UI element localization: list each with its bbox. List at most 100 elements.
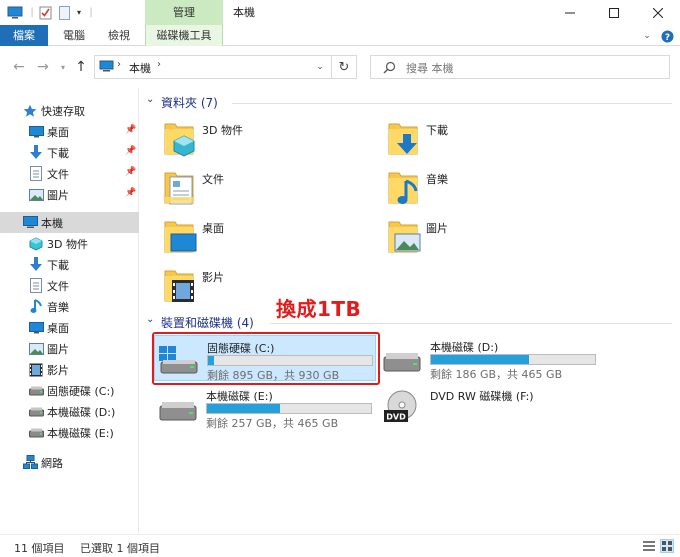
sidebar-item-quick-access[interactable]: 快速存取 xyxy=(0,100,139,121)
address-bar[interactable]: › 本機 › ⌄ xyxy=(94,55,332,79)
sidebar-item-videos[interactable]: 影片 xyxy=(0,359,139,380)
address-dropdown-icon[interactable]: ⌄ xyxy=(308,56,332,78)
sidebar-item-downloads-pc[interactable]: 下載 xyxy=(0,254,139,275)
window-title: 本機 xyxy=(233,6,255,19)
sidebar-item-music[interactable]: 音樂 xyxy=(0,296,139,317)
breadcrumb-location[interactable]: 本機 xyxy=(129,60,151,76)
folder-item-music[interactable]: 音樂 xyxy=(386,167,596,213)
collapse-chevron-icon[interactable]: ⌄ xyxy=(146,314,154,325)
pin-icon: 📌 xyxy=(125,146,137,156)
sidebar-item-drive-d[interactable]: 本機磁碟 (D:) xyxy=(0,401,139,422)
desktop-folder-icon xyxy=(162,216,198,259)
forward-button[interactable]: → xyxy=(34,58,52,76)
sidebar-item-3d-objects[interactable]: 3D 物件 xyxy=(0,233,139,254)
properties-icon[interactable] xyxy=(37,5,53,20)
tiles-view-icon xyxy=(662,541,672,551)
network-icon xyxy=(22,455,38,470)
download-folder-icon xyxy=(386,118,422,161)
refresh-button[interactable]: ↻ xyxy=(332,55,357,79)
sidebar-item-pictures-pc[interactable]: 圖片 xyxy=(0,338,139,359)
devices-group-header[interactable]: ⌄ 裝置和磁碟機 (4) xyxy=(146,312,674,332)
ribbon-tab-bar: 檔案 電腦 檢視 磁碟機工具 ⌄ ? xyxy=(0,25,680,46)
expand-ribbon-chevron-icon[interactable]: ⌄ xyxy=(641,29,653,43)
folder-item-3d-objects[interactable]: 3D 物件 xyxy=(162,118,372,164)
sidebar-item-label: 圖片 xyxy=(47,189,69,202)
annotation-highlight-box xyxy=(152,332,380,385)
close-button[interactable] xyxy=(636,0,680,25)
folder-label: 桌面 xyxy=(202,222,224,235)
folders-group-header[interactable]: ⌄ 資料夾 (7) xyxy=(146,92,674,112)
maximize-button[interactable] xyxy=(592,0,636,25)
3d-objects-folder-icon xyxy=(162,118,198,161)
tab-drive-tools[interactable]: 磁碟機工具 xyxy=(145,25,223,46)
folder-item-downloads[interactable]: 下載 xyxy=(386,118,596,164)
drive-item-d[interactable]: 本機磁碟 (D:) 剩餘 186 GB，共 465 GB xyxy=(378,335,600,381)
pin-icon: 📌 xyxy=(125,125,137,135)
sidebar-item-documents-pc[interactable]: 文件 xyxy=(0,275,139,296)
svg-text:DVD: DVD xyxy=(386,413,406,422)
sidebar-item-network[interactable]: 網路 xyxy=(0,452,139,473)
picture-folder-icon xyxy=(386,216,422,259)
drive-icon xyxy=(156,390,200,427)
folder-item-pictures[interactable]: 圖片 xyxy=(386,216,596,262)
breadcrumb-chevron-icon[interactable]: › xyxy=(157,59,161,70)
breadcrumb-chevron-icon[interactable]: › xyxy=(117,59,121,70)
drive-item-f[interactable]: DVD DVD RW 磁碟機 (F:) xyxy=(378,384,600,430)
group-divider xyxy=(270,323,672,324)
sidebar-item-downloads[interactable]: 下載 📌 xyxy=(0,142,139,163)
sidebar-item-drive-e[interactable]: 本機磁碟 (E:) xyxy=(0,422,139,443)
toolbar-separator: | xyxy=(30,7,34,18)
sidebar-item-desktop[interactable]: 桌面 📌 xyxy=(0,121,139,142)
annotation-text: 換成1TB xyxy=(276,297,362,321)
sidebar-item-this-pc[interactable]: 本機 xyxy=(0,212,139,233)
minimize-button[interactable] xyxy=(548,0,592,25)
tiles-view-button[interactable] xyxy=(660,539,674,553)
up-arrow-icon: ↑ xyxy=(75,59,87,75)
details-view-button[interactable] xyxy=(642,539,656,553)
new-folder-icon[interactable] xyxy=(57,5,71,20)
customize-toolbar-chevron-icon[interactable]: ▾ xyxy=(74,5,84,20)
desktop-icon xyxy=(28,320,44,335)
sidebar-item-label: 下載 xyxy=(47,147,69,160)
up-button[interactable]: ↑ xyxy=(72,58,90,76)
collapse-chevron-icon[interactable]: ⌄ xyxy=(146,94,154,105)
sidebar-item-documents[interactable]: 文件 📌 xyxy=(0,163,139,184)
music-folder-icon xyxy=(386,167,422,210)
video-folder-icon xyxy=(162,265,198,308)
sidebar-item-pictures[interactable]: 圖片 📌 xyxy=(0,184,139,205)
minimize-icon xyxy=(565,12,575,13)
tab-computer[interactable]: 電腦 xyxy=(56,25,92,46)
help-icon[interactable]: ? xyxy=(660,29,674,43)
document-folder-icon xyxy=(162,167,198,210)
sidebar-item-drive-c[interactable]: 固態硬碟 (C:) xyxy=(0,380,139,401)
back-arrow-icon: ← xyxy=(13,59,25,75)
folder-item-documents[interactable]: 文件 xyxy=(162,167,372,213)
video-icon xyxy=(28,362,44,377)
folder-item-desktop[interactable]: 桌面 xyxy=(162,216,372,262)
folder-label: 下載 xyxy=(426,124,448,137)
drive-item-e[interactable]: 本機磁碟 (E:) 剩餘 257 GB，共 465 GB xyxy=(154,384,376,430)
tab-view[interactable]: 檢視 xyxy=(101,25,137,46)
search-input[interactable]: 搜尋 本機 xyxy=(370,55,670,79)
item-count: 11 個項目 xyxy=(14,542,65,555)
sidebar-item-desktop-pc[interactable]: 桌面 xyxy=(0,317,139,338)
drive-free-space: 剩餘 257 GB，共 465 GB xyxy=(206,417,339,430)
sidebar-item-label: 網路 xyxy=(41,457,63,470)
manage-context-tab[interactable]: 管理 xyxy=(145,0,223,25)
recent-locations-button[interactable]: ▾ xyxy=(54,58,72,76)
folder-label: 文件 xyxy=(202,173,224,186)
back-button[interactable]: ← xyxy=(10,58,28,76)
drive-icon xyxy=(28,404,44,419)
sidebar-item-label: 音樂 xyxy=(47,301,69,314)
sidebar-item-label: 文件 xyxy=(47,280,69,293)
content-pane: ⌄ 資料夾 (7) 3D 物件 下載 文件 音樂 桌面 圖片 影片 ⌄ 裝置和磁… xyxy=(140,88,680,533)
sidebar-item-label: 文件 xyxy=(47,168,69,181)
address-row: ← → ▾ ↑ › 本機 › ⌄ ↻ 搜尋 本機 xyxy=(0,46,680,88)
maximize-icon xyxy=(609,7,619,18)
music-icon xyxy=(28,299,44,314)
drive-icon xyxy=(28,383,44,398)
tab-file[interactable]: 檔案 xyxy=(0,25,48,46)
download-icon xyxy=(28,145,44,160)
sidebar-item-label: 桌面 xyxy=(47,322,69,335)
sidebar-item-label: 固態硬碟 (C:) xyxy=(47,385,115,398)
